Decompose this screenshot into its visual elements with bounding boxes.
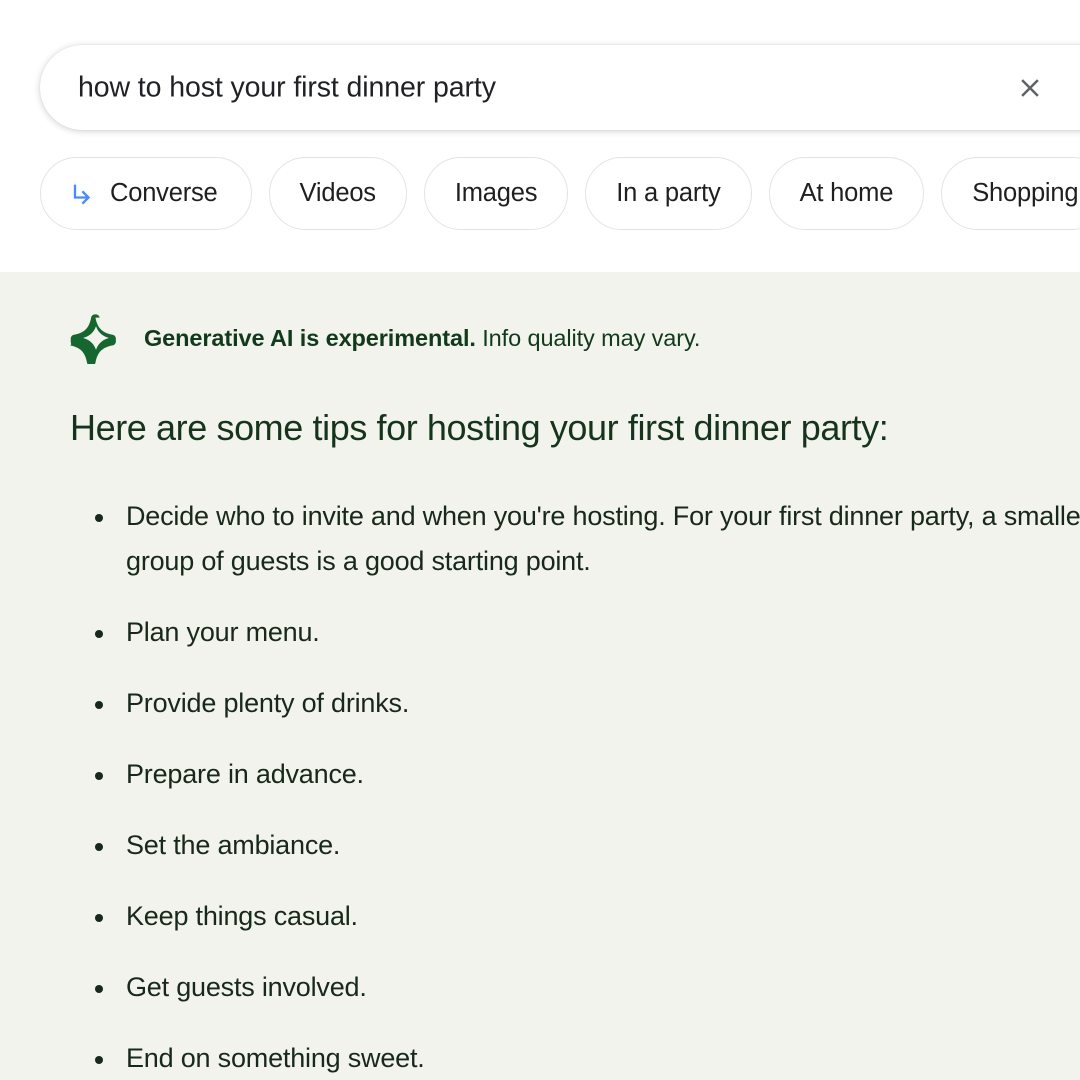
chip-label: At home <box>799 179 894 207</box>
chip-converse[interactable]: Converse <box>40 157 252 230</box>
generative-ai-sparkle-icon <box>70 314 116 364</box>
ai-disclaimer: Generative AI is experimental. Info qual… <box>70 312 700 364</box>
list-item: Decide who to invite and when you're hos… <box>88 494 1080 584</box>
chip-shopping[interactable]: Shopping <box>941 157 1080 230</box>
chip-label: Images <box>454 179 538 207</box>
close-icon[interactable] <box>1013 71 1047 105</box>
list-item: Set the ambiance. <box>88 823 1080 868</box>
chip-label: Shopping <box>972 179 1079 207</box>
chip-images[interactable]: Images <box>423 157 569 230</box>
list-item: Provide plenty of drinks. <box>88 681 1080 726</box>
chip-in-a-party[interactable]: In a party <box>585 157 752 230</box>
chip-label: Converse <box>110 179 218 207</box>
search-bar[interactable]: how to host your first dinner party <box>40 45 1080 130</box>
search-input[interactable]: how to host your first dinner party <box>78 71 496 104</box>
chip-videos[interactable]: Videos <box>268 157 407 230</box>
ai-tips-list: Decide who to invite and when you're hos… <box>88 494 1080 1080</box>
ai-disclaimer-bold: Generative AI is experimental. <box>144 324 476 351</box>
ai-disclaimer-text: Generative AI is experimental. Info qual… <box>144 325 700 352</box>
search-bar-container: how to host your first dinner party <box>40 45 1080 130</box>
list-item: Get guests involved. <box>88 965 1080 1010</box>
ai-answer-heading: Here are some tips for hosting your firs… <box>70 407 889 448</box>
chip-at-home[interactable]: At home <box>768 157 925 230</box>
chip-label: Videos <box>299 179 377 207</box>
list-item: Prepare in advance. <box>88 752 1080 797</box>
list-item: Plan your menu. <box>88 610 1080 655</box>
search-results-page: how to host your first dinner party Conv… <box>0 0 1080 1080</box>
chip-label: In a party <box>616 179 721 207</box>
ai-disclaimer-rest: Info quality may vary. <box>475 324 701 351</box>
list-item: End on something sweet. <box>88 1036 1080 1080</box>
subdirectory-arrow-right-icon <box>67 179 97 209</box>
filter-chips-row: Converse Videos Images In a party At hom… <box>40 157 1080 230</box>
generative-ai-panel: Generative AI is experimental. Info qual… <box>0 272 1080 1080</box>
list-item: Keep things casual. <box>88 894 1080 939</box>
